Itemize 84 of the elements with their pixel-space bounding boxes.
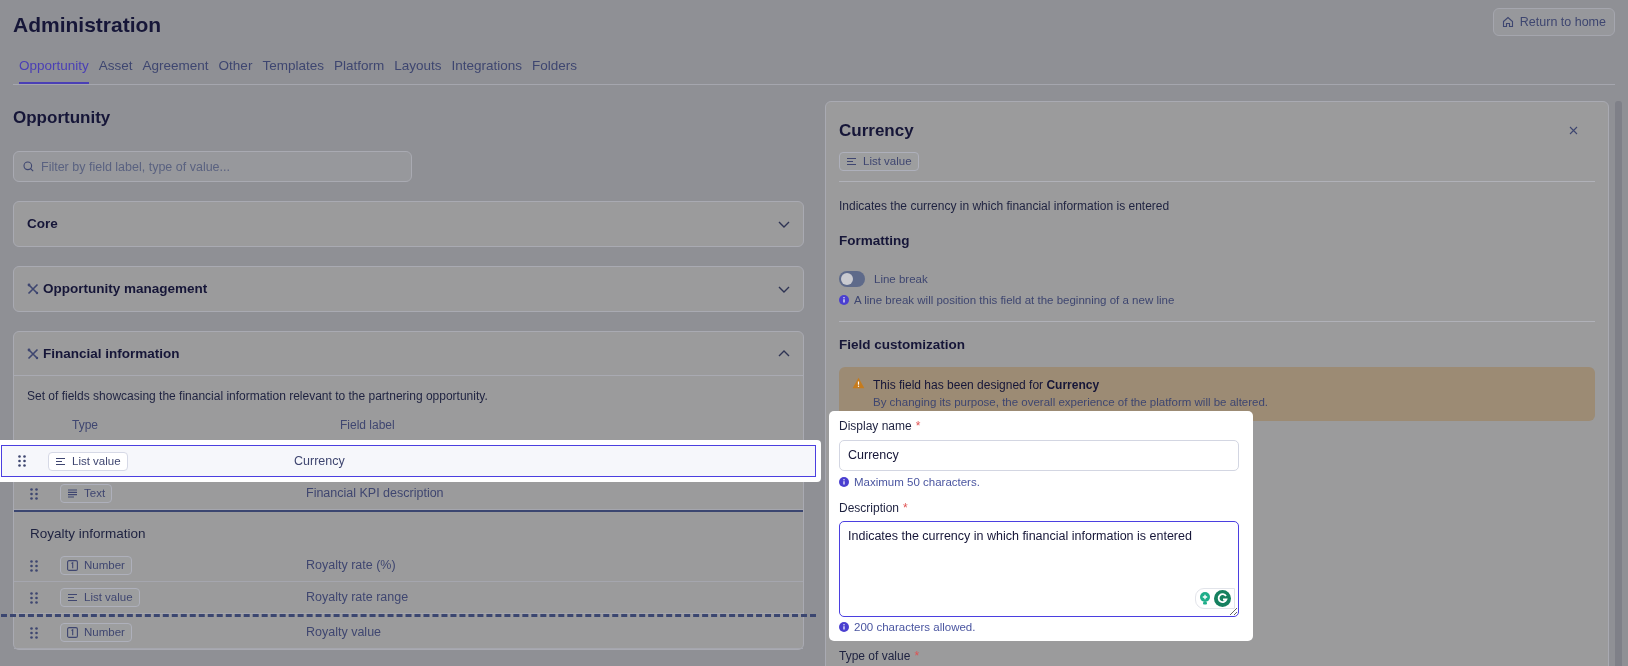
section-title: Core <box>27 215 58 234</box>
list-icon <box>55 456 66 466</box>
tab[interactable]: Opportunity <box>19 55 89 84</box>
list-icon <box>846 157 857 167</box>
section-title: Financial information <box>43 344 180 363</box>
type-tag: Number <box>60 623 132 643</box>
description-textarea[interactable]: Indicates the currency in which financial information is entered <box>839 520 1239 617</box>
type-tag: Number <box>60 556 132 576</box>
display-name-input[interactable]: Currency <box>839 439 1239 471</box>
field-label: Display name <box>839 418 912 433</box>
field-row[interactable]: Text Financial KPI description <box>14 478 803 511</box>
hint-text: A line break will position this field at the beginning of a new line <box>854 292 1175 308</box>
tools-icon <box>27 283 39 296</box>
field-row[interactable]: List value Royalty rate range <box>14 582 803 615</box>
field-label: Currency <box>294 452 345 470</box>
subsection-title: Field customization <box>839 336 966 354</box>
drag-handle-icon[interactable] <box>18 455 26 468</box>
lightbulb-icon <box>1199 591 1211 605</box>
close-icon[interactable] <box>1569 126 1578 135</box>
drag-handle-icon[interactable] <box>30 487 38 500</box>
warning-title: This field has been designed for Currency <box>873 377 1101 395</box>
info-icon <box>839 622 849 633</box>
hint-text: 200 characters allowed. <box>854 619 976 635</box>
chevron-up-icon[interactable] <box>778 350 790 358</box>
field-row[interactable]: Number Royalty rate (%) <box>14 550 803 583</box>
home-icon <box>1501 16 1514 28</box>
field-row[interactable]: List value Currency <box>1 445 816 478</box>
column-header: Field label <box>340 417 395 435</box>
type-tag: List value <box>48 451 128 471</box>
search-field[interactable]: Filter by field label, type of value... <box>13 151 412 183</box>
tab[interactable]: Templates <box>262 55 324 84</box>
section-header[interactable]: Financial information <box>14 332 803 377</box>
group-title: Royalty information <box>30 525 146 543</box>
panel-title: Currency <box>839 119 914 142</box>
required-mark: * <box>903 500 908 515</box>
search-icon <box>23 161 34 173</box>
text-lines-icon <box>67 489 78 499</box>
hint-text: Maximum 50 characters. <box>854 474 980 490</box>
field-label: Description <box>839 500 900 515</box>
field-label: Royalty value <box>306 624 382 642</box>
tab[interactable]: Folders <box>532 55 578 84</box>
page-title: Administration <box>13 12 162 38</box>
assistant-logo-icon <box>1214 589 1231 607</box>
return-home-button[interactable]: Return to home <box>1492 8 1615 36</box>
list-icon <box>67 593 78 603</box>
drag-handle-icon[interactable] <box>30 591 38 604</box>
tab[interactable]: Layouts <box>394 55 442 84</box>
tab[interactable]: Integrations <box>451 55 522 84</box>
info-icon <box>839 477 849 488</box>
number-icon <box>67 627 78 639</box>
section-header[interactable]: Opportunity management <box>14 267 803 312</box>
section-title: Opportunity management <box>43 280 208 299</box>
warning-detail: By changing its purpose, the overall experience of the platform will be altered. <box>873 395 1269 411</box>
field-label: Royalty rate range <box>306 589 409 607</box>
drag-handle-icon[interactable] <box>30 559 38 572</box>
warning-icon <box>852 377 865 390</box>
field-row[interactable]: Number Royalty value <box>14 617 803 650</box>
field-label: Type of value <box>839 649 911 663</box>
section-header[interactable]: Core <box>14 202 803 247</box>
drag-handle-icon[interactable] <box>30 626 38 639</box>
type-tag: List value <box>60 588 140 608</box>
required-mark: * <box>915 418 921 433</box>
tab[interactable]: Platform <box>333 55 385 84</box>
section-heading: Opportunity <box>13 106 112 129</box>
line-break-toggle[interactable] <box>839 271 865 288</box>
tab[interactable]: Other <box>218 55 253 84</box>
chevron-down-icon[interactable] <box>778 220 790 228</box>
writing-assistant-widget[interactable] <box>1195 587 1235 609</box>
type-tag: List value <box>839 152 919 172</box>
required-mark: * <box>914 649 920 663</box>
column-header: Type <box>72 417 99 435</box>
tab[interactable]: Agreement <box>142 55 209 84</box>
tools-icon <box>27 347 39 360</box>
field-label: Royalty rate (%) <box>306 557 396 575</box>
tab[interactable]: Asset <box>98 55 133 84</box>
field-label: Financial KPI description <box>306 485 444 503</box>
toggle-label: Line break <box>874 271 928 287</box>
chevron-down-icon[interactable] <box>778 285 790 293</box>
number-icon <box>67 560 78 572</box>
info-icon <box>839 295 849 306</box>
field-description: Indicates the currency in which financial information is entered <box>839 198 1171 216</box>
section-description: Set of fields showcasing the financial information relevant to the partnering opportunity. <box>27 388 489 406</box>
type-tag: Text <box>60 484 113 504</box>
subsection-title: Formatting <box>839 232 911 251</box>
